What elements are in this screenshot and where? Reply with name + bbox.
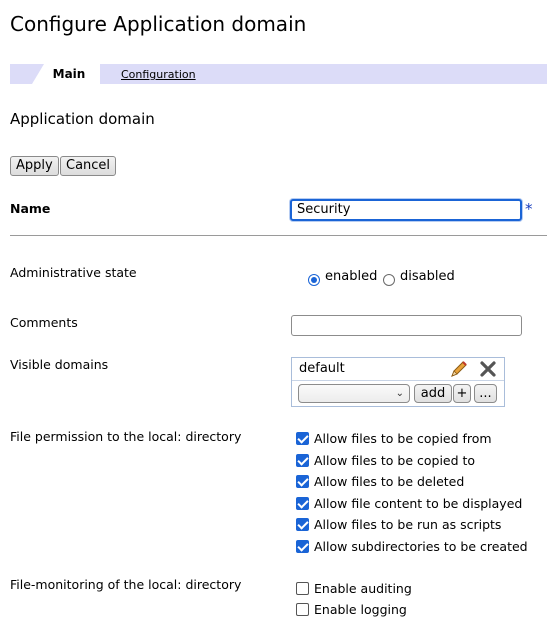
visible-domains-label: Visible domains bbox=[10, 357, 109, 372]
plus-button[interactable]: + bbox=[453, 384, 471, 403]
checkbox-enable-logging[interactable] bbox=[296, 603, 309, 616]
divider bbox=[10, 235, 547, 236]
comments-input[interactable] bbox=[291, 315, 522, 336]
checkbox-copied-to[interactable] bbox=[296, 454, 309, 467]
checkbox-enable-auditing-label: Enable auditing bbox=[314, 581, 412, 596]
checkbox-enable-auditing[interactable] bbox=[296, 582, 309, 595]
checkbox-deleted[interactable] bbox=[296, 475, 309, 488]
domain-select[interactable]: ⌄ bbox=[298, 384, 410, 403]
checkbox-copied-from-label: Allow files to be copied from bbox=[314, 431, 492, 446]
apply-button[interactable]: Apply bbox=[10, 156, 59, 176]
checkbox-copied-to-label: Allow files to be copied to bbox=[314, 453, 476, 468]
tab-configuration[interactable]: Configuration bbox=[121, 64, 196, 84]
checkbox-content-displayed[interactable] bbox=[296, 497, 309, 510]
administrative-state-label: Administrative state bbox=[10, 265, 137, 280]
more-button[interactable]: ... bbox=[474, 384, 497, 403]
checkbox-deleted-label: Allow files to be deleted bbox=[314, 474, 465, 489]
close-icon[interactable] bbox=[478, 359, 498, 379]
list-item: default bbox=[292, 358, 504, 381]
checkbox-run-as-scripts[interactable] bbox=[296, 518, 309, 531]
file-permission-label: File permission to the local: directory bbox=[10, 429, 242, 444]
checkbox-subdirectories-label: Allow subdirectories to be created bbox=[314, 539, 528, 554]
visible-domains-list: default ⌄ add + ... bbox=[291, 357, 505, 407]
checkbox-enable-logging-label: Enable logging bbox=[314, 602, 407, 617]
section-heading: Application domain bbox=[10, 110, 155, 128]
checkbox-subdirectories[interactable] bbox=[296, 540, 309, 553]
checkbox-run-as-scripts-label: Allow files to be run as scripts bbox=[314, 517, 502, 532]
name-input[interactable]: Security bbox=[290, 199, 522, 221]
radio-disabled[interactable] bbox=[383, 274, 395, 286]
required-marker: * bbox=[525, 200, 533, 218]
radio-enabled-label: enabled bbox=[325, 269, 378, 284]
file-monitoring-label: File-monitoring of the local: directory bbox=[10, 577, 242, 592]
domain-item-text: default bbox=[299, 361, 345, 376]
radio-enabled[interactable] bbox=[308, 274, 320, 286]
checkbox-content-displayed-label: Allow file content to be displayed bbox=[314, 496, 523, 511]
cancel-button[interactable]: Cancel bbox=[60, 156, 117, 176]
name-label: Name bbox=[10, 201, 51, 216]
pencil-icon[interactable] bbox=[448, 358, 470, 380]
radio-disabled-label: disabled bbox=[400, 269, 455, 284]
comments-label: Comments bbox=[10, 315, 78, 330]
tab-main[interactable]: Main bbox=[32, 64, 100, 84]
add-domain-button[interactable]: add bbox=[414, 384, 452, 403]
tab-bar: Main Configuration bbox=[10, 64, 547, 84]
checkbox-copied-from[interactable] bbox=[296, 432, 309, 445]
page-title: Configure Application domain bbox=[10, 12, 307, 36]
chevron-down-icon: ⌄ bbox=[395, 388, 404, 399]
